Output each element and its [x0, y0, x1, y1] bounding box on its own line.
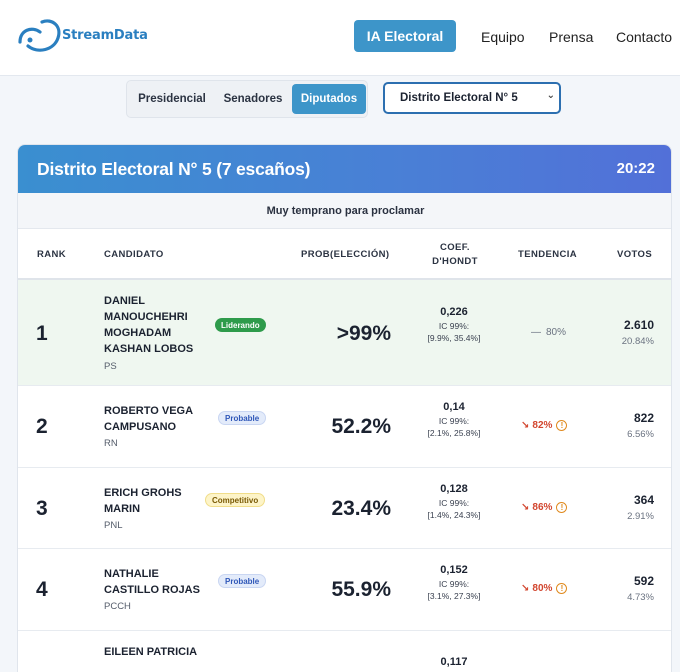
streamdata-logo[interactable]: StreamData	[14, 16, 148, 56]
dhondt-coefficient: 0,226 IC 99%: [9.9%, 35.4%]	[426, 306, 482, 344]
trend-down-icon: ↘	[521, 502, 530, 513]
update-time: 20:22	[616, 160, 655, 177]
election-type-tabs: Presidencial Senadores Diputados	[126, 80, 368, 118]
dhondt-coefficient: 0,128 IC 99%: [1.4%, 24.3%]	[426, 483, 482, 521]
coef-ci-range: [2.1%, 25.8%]	[427, 428, 481, 438]
candidate-party: PNL	[104, 520, 123, 531]
proclamation-status: Muy temprano para proclamar	[18, 193, 671, 229]
col-prob: PROB(ELECCIÓN)	[301, 249, 390, 260]
dhondt-coefficient: 0,117	[426, 656, 482, 668]
votes-count: 592	[633, 574, 654, 588]
status-badge: Liderando	[215, 318, 266, 332]
tab-senadores[interactable]: Senadores	[215, 84, 291, 114]
candidate-name: ROBERTO VEGA CAMPUSANO	[104, 405, 193, 433]
trend-value: 82%	[532, 420, 553, 431]
votes-percent: 2.91%	[627, 511, 654, 522]
col-votes: VOTOS	[617, 249, 653, 260]
coef-value: 0,117	[440, 656, 468, 668]
col-rank: RANK	[37, 249, 67, 260]
tab-diputados[interactable]: Diputados	[292, 84, 366, 114]
candidate-party: PCCH	[104, 601, 131, 612]
coef-ci-label: IC 99%:	[438, 579, 470, 589]
dhondt-coefficient: 0,14 IC 99%: [2.1%, 25.8%]	[426, 401, 482, 439]
coef-ci-range: [1.4%, 24.3%]	[427, 510, 481, 520]
card-header: Distrito Electoral N° 5 (7 escaños) 20:2…	[18, 145, 671, 193]
trend-down-icon: ↘	[521, 420, 530, 431]
trend: ↘ 82% !	[521, 420, 568, 431]
card-title: Distrito Electoral N° 5 (7 escaños)	[37, 159, 311, 179]
votes-percent: 6.56%	[627, 429, 654, 440]
district-select[interactable]: Distrito Electoral N° 5 ⌄	[383, 82, 561, 114]
trend-value: 86%	[532, 502, 553, 513]
row-rank: 1	[36, 322, 48, 345]
col-coef: COEF. D'HONDT	[428, 242, 482, 267]
votes: 822 6.56%	[627, 411, 654, 440]
candidate-name: ERICH GROHS MARIN	[104, 487, 182, 515]
tab-presidencial[interactable]: Presidencial	[131, 84, 213, 114]
votes-count: 2.610	[623, 318, 654, 332]
row-rank: 4	[36, 578, 48, 601]
table-row[interactable]: 1 DANIEL MANOUCHEHRI MOGHADAM KASHAN LOB…	[18, 280, 671, 386]
coef-ci-label: IC 99%:	[438, 416, 470, 426]
top-header: StreamData IA Electoral Equipo Prensa Co…	[0, 0, 680, 76]
candidate-party: PS	[104, 361, 117, 372]
nav-link-contacto[interactable]: Contacto	[616, 29, 672, 45]
candidate-name: DANIEL MANOUCHEHRI MOGHADAM KASHAN LOBOS	[104, 295, 194, 355]
election-probability: 52.2%	[331, 415, 391, 438]
coef-ci-range: [9.9%, 35.4%]	[427, 333, 481, 343]
votes-percent: 4.73%	[627, 592, 654, 603]
nav-link-equipo[interactable]: Equipo	[481, 29, 525, 45]
votes: 592 4.73%	[627, 574, 654, 603]
trend-value: 80%	[546, 327, 567, 338]
coef-ci-label: IC 99%:	[438, 498, 470, 508]
col-candidate: CANDIDATO	[104, 249, 164, 260]
ia-electoral-button[interactable]: IA Electoral	[354, 20, 456, 52]
row-rank: 3	[36, 497, 48, 520]
candidate-name: NATHALIE CASTILLO ROJAS	[104, 568, 200, 596]
district-select-value: Distrito Electoral N° 5	[400, 92, 518, 104]
coef-value: 0,226	[440, 306, 468, 318]
votes: 2.610 20.84%	[622, 318, 654, 347]
coef-ci-label: IC 99%:	[438, 321, 470, 331]
trend: — 80%	[531, 327, 566, 338]
nav-link-prensa[interactable]: Prensa	[549, 29, 593, 45]
dhondt-coefficient: 0,152 IC 99%: [3.1%, 27.3%]	[426, 564, 482, 602]
chevron-down-icon: ⌄	[546, 90, 555, 101]
candidate-name: EILEEN PATRICIA	[104, 646, 198, 658]
election-probability: 23.4%	[331, 497, 391, 520]
trend-value: 80%	[532, 583, 553, 594]
status-badge: Probable	[218, 411, 267, 425]
trend-down-icon: ↘	[521, 583, 530, 594]
trend-flat-icon: —	[531, 327, 541, 338]
warning-icon[interactable]: !	[556, 583, 568, 594]
coef-ci-range: [3.1%, 27.3%]	[427, 591, 481, 601]
coef-value: 0,128	[440, 483, 468, 495]
votes: 364 2.91%	[627, 493, 654, 522]
trend: ↘ 80% !	[521, 583, 568, 594]
status-badge: Competitivo	[205, 493, 266, 507]
col-trend: TENDENCIA	[518, 249, 578, 260]
col-coef-line1: COEF.	[440, 242, 470, 253]
trend: ↘ 86% !	[521, 502, 568, 513]
table-row[interactable]: 4 NATHALIE CASTILLO ROJAS PCCH Probable …	[18, 549, 671, 631]
warning-icon[interactable]: !	[556, 502, 568, 513]
votes-count: 364	[633, 493, 654, 507]
table-header: RANK CANDIDATO PROB(ELECCIÓN) COEF. D'HO…	[18, 229, 671, 280]
district-results-card: Distrito Electoral N° 5 (7 escaños) 20:2…	[17, 144, 672, 672]
coef-value: 0,14	[443, 401, 465, 413]
warning-icon[interactable]: !	[556, 420, 568, 431]
table-row[interactable]: 3 ERICH GROHS MARIN PNL Competitivo 23.4…	[18, 468, 671, 549]
row-rank: 2	[36, 415, 48, 438]
candidate-party: RN	[104, 438, 118, 449]
votes-count: 822	[633, 411, 654, 425]
table-row[interactable]: 2 ROBERTO VEGA CAMPUSANO RN Probable 52.…	[18, 386, 671, 468]
votes-percent: 20.84%	[621, 336, 654, 347]
coef-value: 0,152	[440, 564, 468, 576]
col-coef-line2: D'HONDT	[432, 256, 478, 267]
logo-text: StreamData	[62, 27, 148, 43]
status-badge: Probable	[218, 574, 267, 588]
election-probability: 55.9%	[331, 578, 391, 601]
election-probability: >99%	[336, 322, 391, 345]
table-row[interactable]: EILEEN PATRICIA 0,117	[18, 631, 671, 672]
